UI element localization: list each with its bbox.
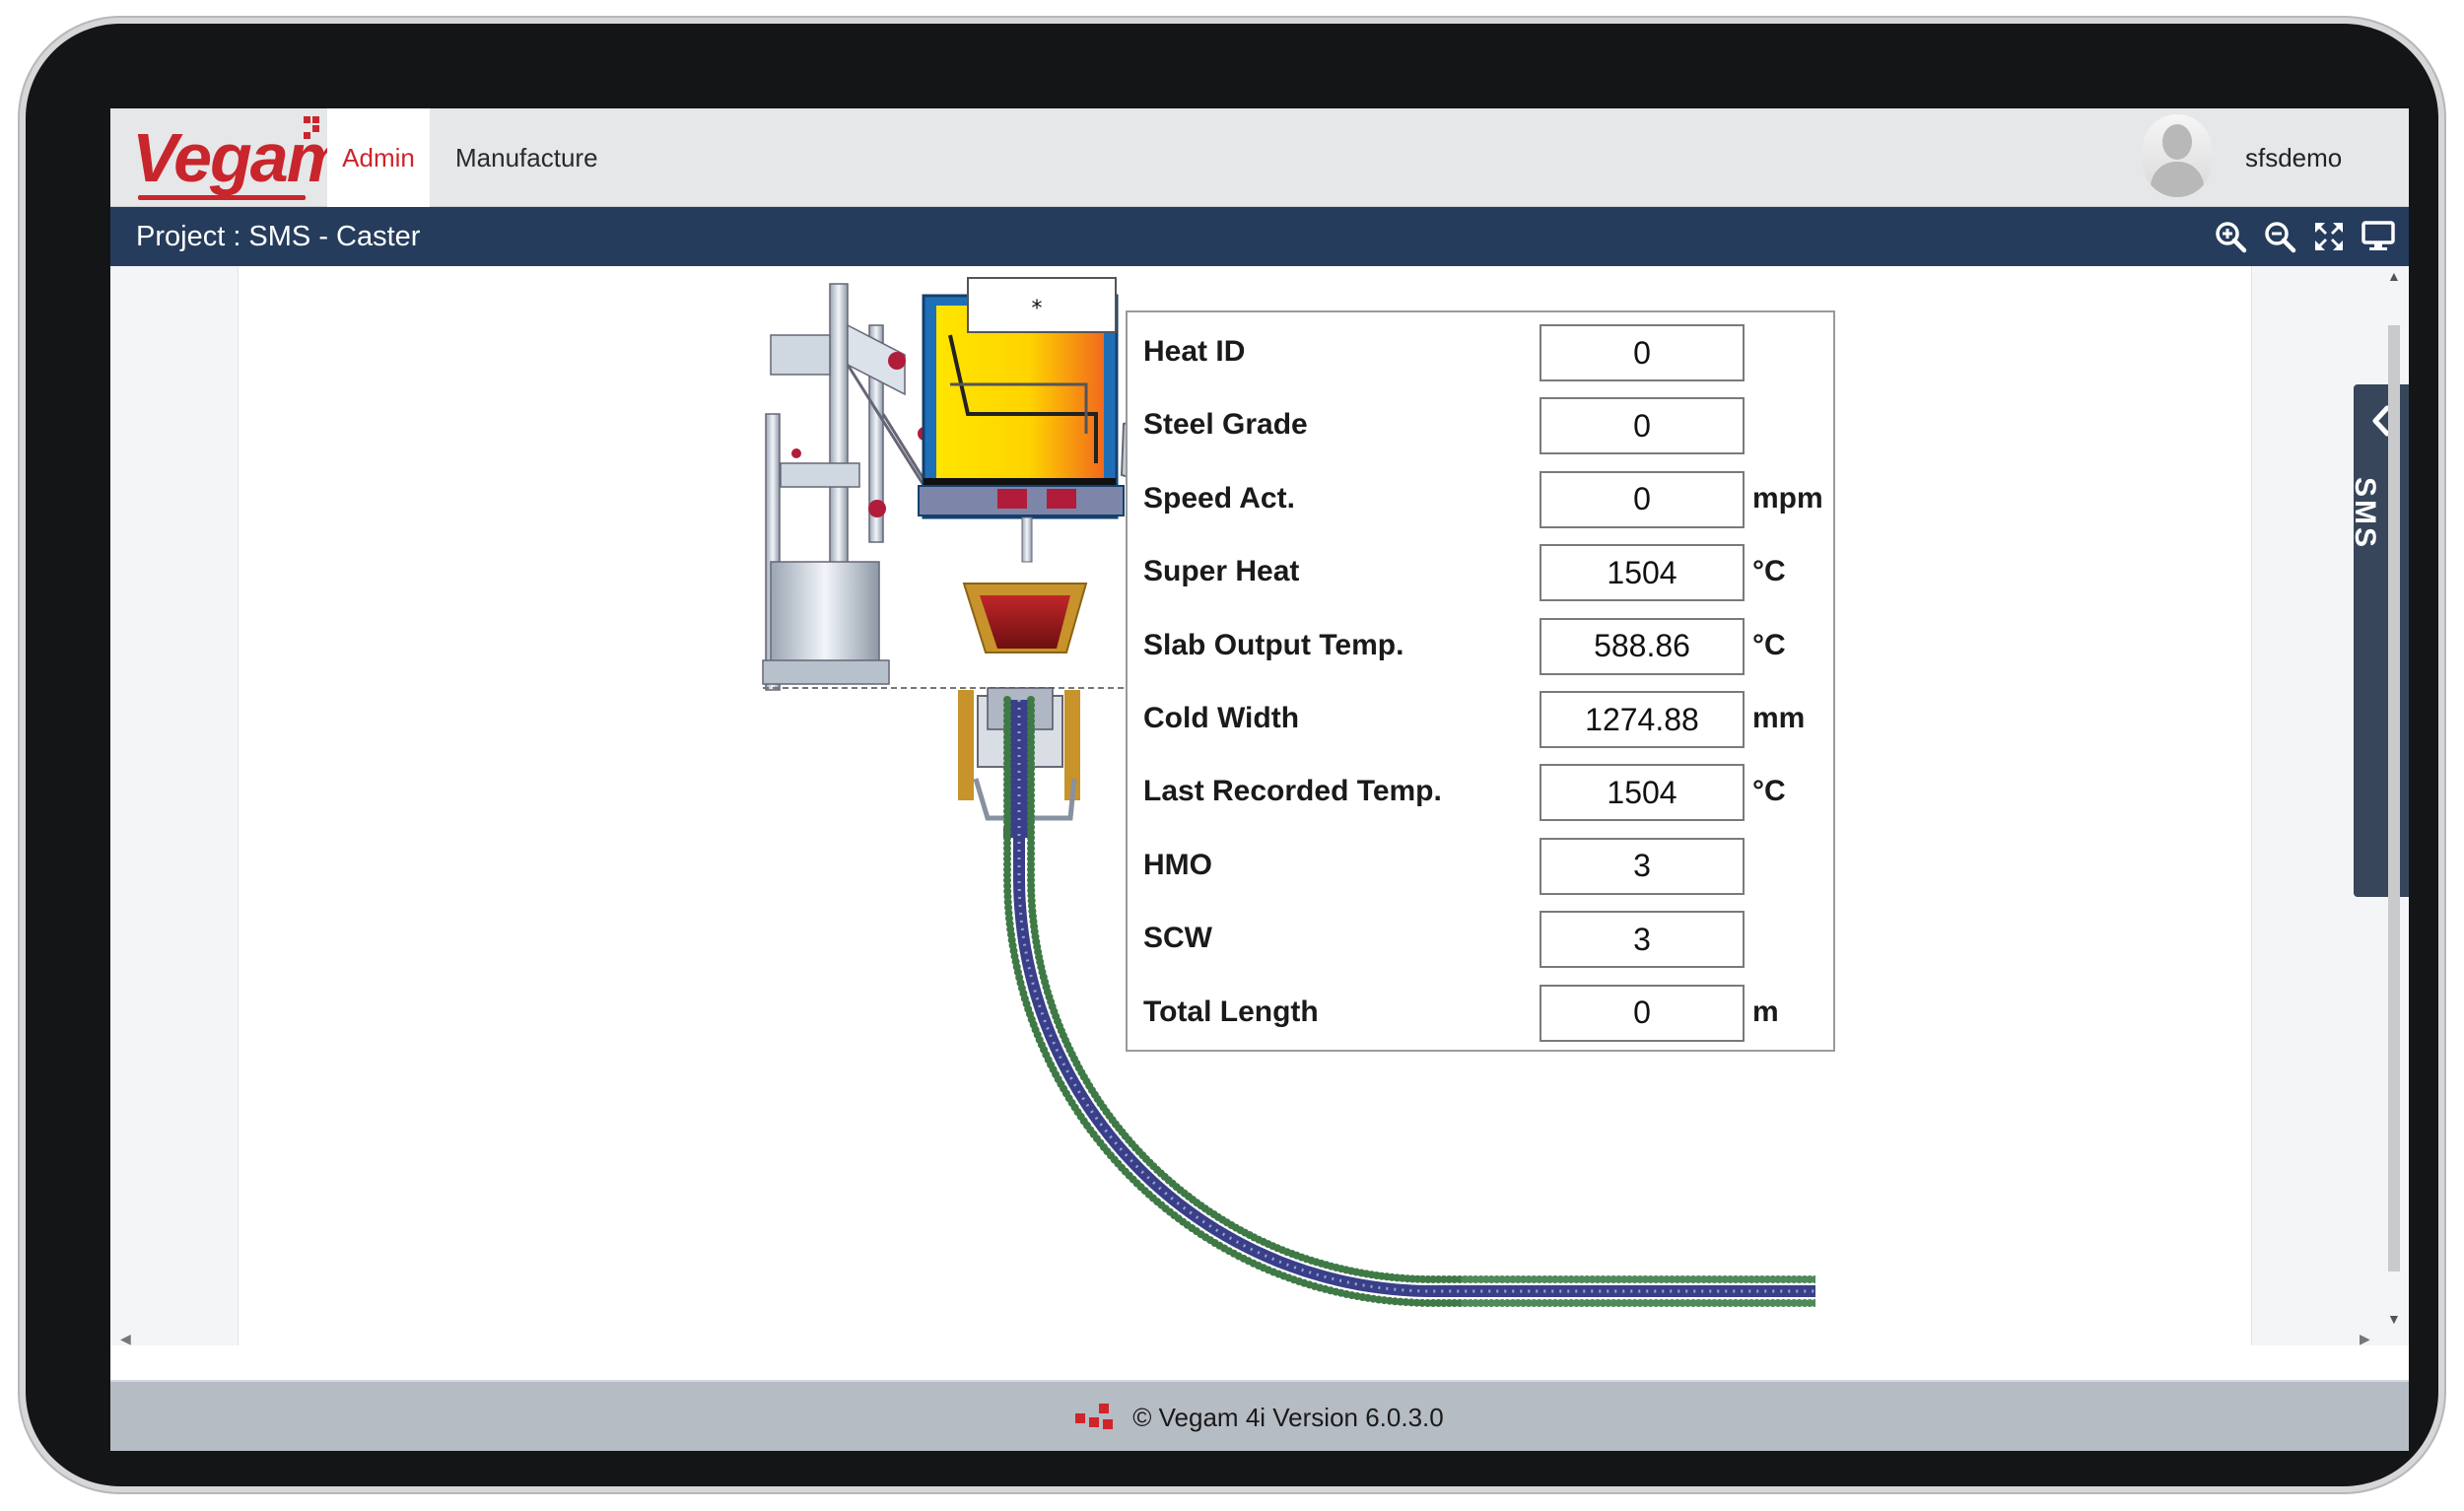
content-area: * Heat ID 0 Steel Grade 0 Speed Act. 0 m… xyxy=(110,266,2409,1355)
param-value-cold-width: 1274.88 xyxy=(1540,691,1745,748)
app-screen: Vegam Admin Manufacture sfsdemo Project … xyxy=(110,108,2409,1451)
param-value-last-recorded-temp: 1504 xyxy=(1540,764,1745,822)
param-label-hmo: HMO xyxy=(1143,848,1212,881)
param-value-speed-act: 0 xyxy=(1540,470,1745,528)
param-label-scw: SCW xyxy=(1143,922,1212,955)
left-margin xyxy=(110,266,239,1345)
param-label-steel-grade: Steel Grade xyxy=(1143,408,1308,442)
tundish-label: * xyxy=(1032,297,1043,321)
param-value-heat-id: 0 xyxy=(1540,324,1745,381)
top-navigation-bar: Vegam Admin Manufacture sfsdemo xyxy=(110,108,2409,207)
zoom-in-icon[interactable] xyxy=(2214,220,2247,253)
param-row-super-heat: Super Heat 1504 °C xyxy=(1128,542,1833,602)
username-label[interactable]: sfsdemo xyxy=(2245,108,2342,207)
param-label-heat-id: Heat ID xyxy=(1143,335,1246,368)
param-label-cold-width: Cold Width xyxy=(1143,702,1300,734)
project-bar: Project : SMS - Caster xyxy=(110,207,2409,266)
param-value-total-length: 0 xyxy=(1540,984,1745,1042)
param-unit-total-length: m xyxy=(1752,995,1779,1028)
device-frame: Vegam Admin Manufacture sfsdemo Project … xyxy=(26,24,2438,1486)
param-label-total-length: Total Length xyxy=(1143,995,1319,1028)
param-value-steel-grade: 0 xyxy=(1540,397,1745,455)
param-value-hmo: 3 xyxy=(1540,837,1745,895)
param-label-slab-output-temp: Slab Output Temp. xyxy=(1143,628,1404,661)
project-title: Project : SMS - Caster xyxy=(136,220,421,252)
param-unit-super-heat: °C xyxy=(1752,555,1786,588)
logo-underline xyxy=(138,195,306,200)
footer-version-text: © Vegam 4i Version 6.0.3.0 xyxy=(1132,1402,1444,1432)
param-label-super-heat: Super Heat xyxy=(1143,555,1300,588)
param-row-steel-grade: Steel Grade 0 xyxy=(1128,395,1833,455)
user-avatar[interactable] xyxy=(2143,114,2212,197)
ladle-turret-structure xyxy=(762,283,940,691)
param-value-scw: 3 xyxy=(1540,911,1745,969)
footer-bar: © Vegam 4i Version 6.0.3.0 xyxy=(110,1380,2409,1451)
avatar-body-icon xyxy=(2151,162,2204,197)
param-row-heat-id: Heat ID 0 xyxy=(1128,322,1833,381)
param-row-last-recorded-temp: Last Recorded Temp. 1504 °C xyxy=(1128,762,1833,822)
nav-manufacture-tab[interactable]: Manufacture xyxy=(455,108,598,207)
scroll-down-icon[interactable]: ▼ xyxy=(2387,1311,2401,1327)
param-unit-slab-output-temp: °C xyxy=(1752,628,1786,661)
logo-dots-icon xyxy=(296,116,321,140)
param-unit-speed-act: mpm xyxy=(1752,481,1823,515)
scroll-right-icon[interactable]: ▶ xyxy=(2360,1331,2370,1347)
scroll-up-icon[interactable]: ▲ xyxy=(2387,268,2401,284)
scrollbar-thumb[interactable] xyxy=(2388,325,2400,1271)
parameter-panel: Heat ID 0 Steel Grade 0 Speed Act. 0 mpm Super … xyxy=(1126,310,1835,1052)
param-label-speed-act: Speed Act. xyxy=(1143,481,1295,515)
monitor-icon[interactable] xyxy=(2361,220,2395,253)
param-row-cold-width: Cold Width 1274.88 mm xyxy=(1128,689,1833,748)
param-value-slab-output-temp: 588.86 xyxy=(1540,617,1745,675)
param-row-hmo: HMO 3 xyxy=(1128,836,1833,895)
param-label-last-recorded-temp: Last Recorded Temp. xyxy=(1143,775,1442,808)
param-row-speed-act: Speed Act. 0 mpm xyxy=(1128,469,1833,528)
nav-admin-tab[interactable]: Admin xyxy=(327,108,430,207)
sms-tab-label: SMS xyxy=(2349,477,2381,551)
zoom-out-icon[interactable] xyxy=(2263,220,2296,253)
fullscreen-icon[interactable] xyxy=(2312,220,2346,253)
param-unit-cold-width: mm xyxy=(1752,702,1806,734)
scroll-left-icon[interactable]: ◀ xyxy=(120,1331,131,1347)
vegam-logo[interactable]: Vegam xyxy=(132,116,348,200)
param-unit-last-recorded-temp: °C xyxy=(1752,775,1786,808)
param-row-scw: SCW 3 xyxy=(1128,909,1833,969)
param-value-super-heat: 1504 xyxy=(1540,544,1745,602)
horizontal-scrollbar[interactable]: ◀ ▶ xyxy=(110,1329,2409,1352)
vegam-small-logo-icon xyxy=(1075,1404,1115,1431)
avatar-head-icon xyxy=(2162,124,2192,160)
param-row-total-length: Total Length 0 m xyxy=(1128,983,1833,1042)
param-row-slab-output-temp: Slab Output Temp. 588.86 °C xyxy=(1128,616,1833,675)
vertical-scrollbar[interactable]: ▲ ▼ xyxy=(2382,266,2406,1336)
